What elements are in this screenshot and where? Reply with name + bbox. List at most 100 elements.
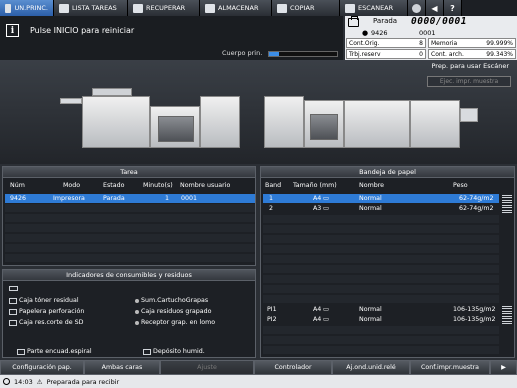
tab-un-princ[interactable]: UN.PRINC. <box>0 0 54 16</box>
volume-button[interactable]: ◀ <box>426 0 444 16</box>
lock-icon: ⚠ <box>36 377 43 386</box>
machine-part <box>60 98 82 104</box>
next-tabs-button[interactable]: ▶ <box>490 360 517 375</box>
tab-controlador[interactable]: Controlador <box>254 360 332 375</box>
empty-row <box>5 204 255 212</box>
ready-text: Prep. para usar Escáner <box>431 62 510 70</box>
empty-row <box>263 235 499 243</box>
empty-row <box>5 224 255 232</box>
tab-recuperar[interactable]: RECUPERAR <box>128 0 200 16</box>
tab-ajuste[interactable]: Ajuste <box>160 360 254 375</box>
tray-row[interactable]: 2 A3 ▭ Normal 62-74g/m2 <box>263 204 499 213</box>
arrow-right-icon: ▶ <box>501 364 506 371</box>
print-counter: 0000/0001 <box>411 16 467 27</box>
info-icon: i <box>6 24 19 37</box>
tarea-panel: Tarea Núm Modo Estado Minuto(s) Nombre u… <box>2 166 256 266</box>
col-usuario: Nombre usuario <box>180 182 231 189</box>
trim-box-icon <box>9 319 17 326</box>
empty-row <box>5 254 255 262</box>
staple-waste-icon <box>135 309 139 314</box>
col-modo: Modo <box>63 182 81 189</box>
tray-level-icon <box>502 205 512 213</box>
store-icon <box>205 3 215 13</box>
message-area: i Pulse INICIO para reiniciar Cuerpo pri… <box>0 16 343 60</box>
empty-row <box>5 244 255 252</box>
toner-box-icon <box>9 297 17 304</box>
punch-bin-icon <box>9 308 17 315</box>
empty-row <box>263 225 499 233</box>
job-id: 9426 <box>371 29 388 37</box>
help-button[interactable]: ? <box>444 0 462 16</box>
machine-illustration: Prep. para usar Escáner Ejec. impr. mues… <box>0 60 517 164</box>
job-list-icon <box>59 3 69 13</box>
printer-icon <box>348 16 359 27</box>
consumable-item: Sum.CartuchoGrapas <box>135 297 208 304</box>
cuerpo-level-fill <box>269 52 280 56</box>
tray-level-icon <box>502 306 512 314</box>
status-time: 14:03 <box>14 377 33 386</box>
empty-row <box>263 255 499 263</box>
machine-part <box>92 88 132 96</box>
empty-row <box>263 346 499 354</box>
status-panel: Parada 0000/0001 ● 9426 0001 Cont.Orig. … <box>345 16 517 60</box>
consumable-item: Caja res.corte de SD <box>9 319 83 326</box>
machine-state: Parada <box>373 17 398 25</box>
tab-configuracion-pap[interactable]: Configuración pap. <box>0 360 84 375</box>
sample-print-button[interactable]: Ejec. impr. muestra <box>427 76 511 87</box>
spiral-bind-icon <box>17 348 25 355</box>
consumable-item: Caja tóner residual <box>9 297 79 304</box>
memoria-box: Memoria 99.999% <box>428 38 516 48</box>
consumibles-title: Indicadores de consumibles y residuos <box>3 270 255 281</box>
scan-icon <box>345 3 355 13</box>
tab-escanear[interactable]: ESCANEAR <box>340 0 408 16</box>
spine-stapler-icon <box>135 320 139 325</box>
status-text: Preparada para recibir <box>46 377 120 386</box>
bandeja-title: Bandeja de papel <box>261 167 514 178</box>
trbj-reserv-box: Trbj.reserv 0 <box>346 49 426 59</box>
paper-orient-icon: ▭ <box>323 306 329 313</box>
empty-row <box>263 285 499 293</box>
consumibles-panel: Indicadores de consumibles y residuos Ca… <box>2 269 256 358</box>
tarea-title: Tarea <box>3 167 255 178</box>
home-icon <box>5 3 12 13</box>
tray-row[interactable]: PI1 A4 ▭ Normal 106-135g/m2 <box>263 305 499 314</box>
tab-copiar[interactable]: COPIAR <box>272 0 340 16</box>
machine-part <box>82 96 150 148</box>
tab-lista-tareas[interactable]: LISTA TAREAS <box>54 0 128 16</box>
tab-conf-impr-muestra[interactable]: Conf.impr.muestra <box>410 360 490 375</box>
bottom-tabs: Configuración pap. Ambas caras Ajuste Co… <box>0 360 517 375</box>
consumable-item: Papelera perforación <box>9 308 84 315</box>
paper-orient-icon: ▭ <box>323 195 329 202</box>
settings-button[interactable] <box>408 0 426 16</box>
machine-part <box>310 114 338 140</box>
tab-ambas-caras[interactable]: Ambas caras <box>84 360 160 375</box>
col-num: Núm <box>10 182 25 189</box>
tray-level-icon <box>502 195 512 203</box>
consumable-item: Depósito humid. <box>143 348 205 355</box>
machine-part <box>344 100 410 148</box>
cont-arch-box: Cont. arch. 99.343% <box>428 49 516 59</box>
col-peso: Peso <box>453 182 468 189</box>
job-number: 0001 <box>419 29 436 37</box>
tray-row[interactable]: PI2 A4 ▭ Normal 106-135g/m2 <box>263 315 499 324</box>
empty-row <box>263 275 499 283</box>
tab-aj-ond-unid-rele[interactable]: Aj.ond.unid.relé <box>332 360 410 375</box>
machine-part <box>158 116 194 142</box>
paper-orient-icon: ▭ <box>323 205 329 212</box>
bandeja-panel: Bandeja de papel Band Tamaño (mm) Nombre… <box>260 166 515 358</box>
settings-icon <box>412 3 421 13</box>
top-nav: UN.PRINC. LISTA TAREAS RECUPERAR ALMACEN… <box>0 0 517 16</box>
table-row[interactable]: 9426 Impresora Parada 1 0001 <box>5 194 255 203</box>
tab-almacenar[interactable]: ALMACENAR <box>200 0 272 16</box>
tray-row[interactable]: 1 A4 ▭ Normal 62-74g/m2 <box>263 194 499 203</box>
empty-row <box>263 215 499 223</box>
consumable-item: Parte encuad.espiral <box>17 348 92 355</box>
consumable-item: Receptor grap. en lomo <box>135 319 215 326</box>
empty-row <box>263 336 499 344</box>
humid-tank-icon <box>143 348 151 355</box>
empty-row <box>263 245 499 253</box>
clock-icon <box>3 378 10 385</box>
col-nombre: Nombre <box>359 182 385 189</box>
machine-part <box>460 108 478 122</box>
help-icon: ? <box>450 3 455 13</box>
